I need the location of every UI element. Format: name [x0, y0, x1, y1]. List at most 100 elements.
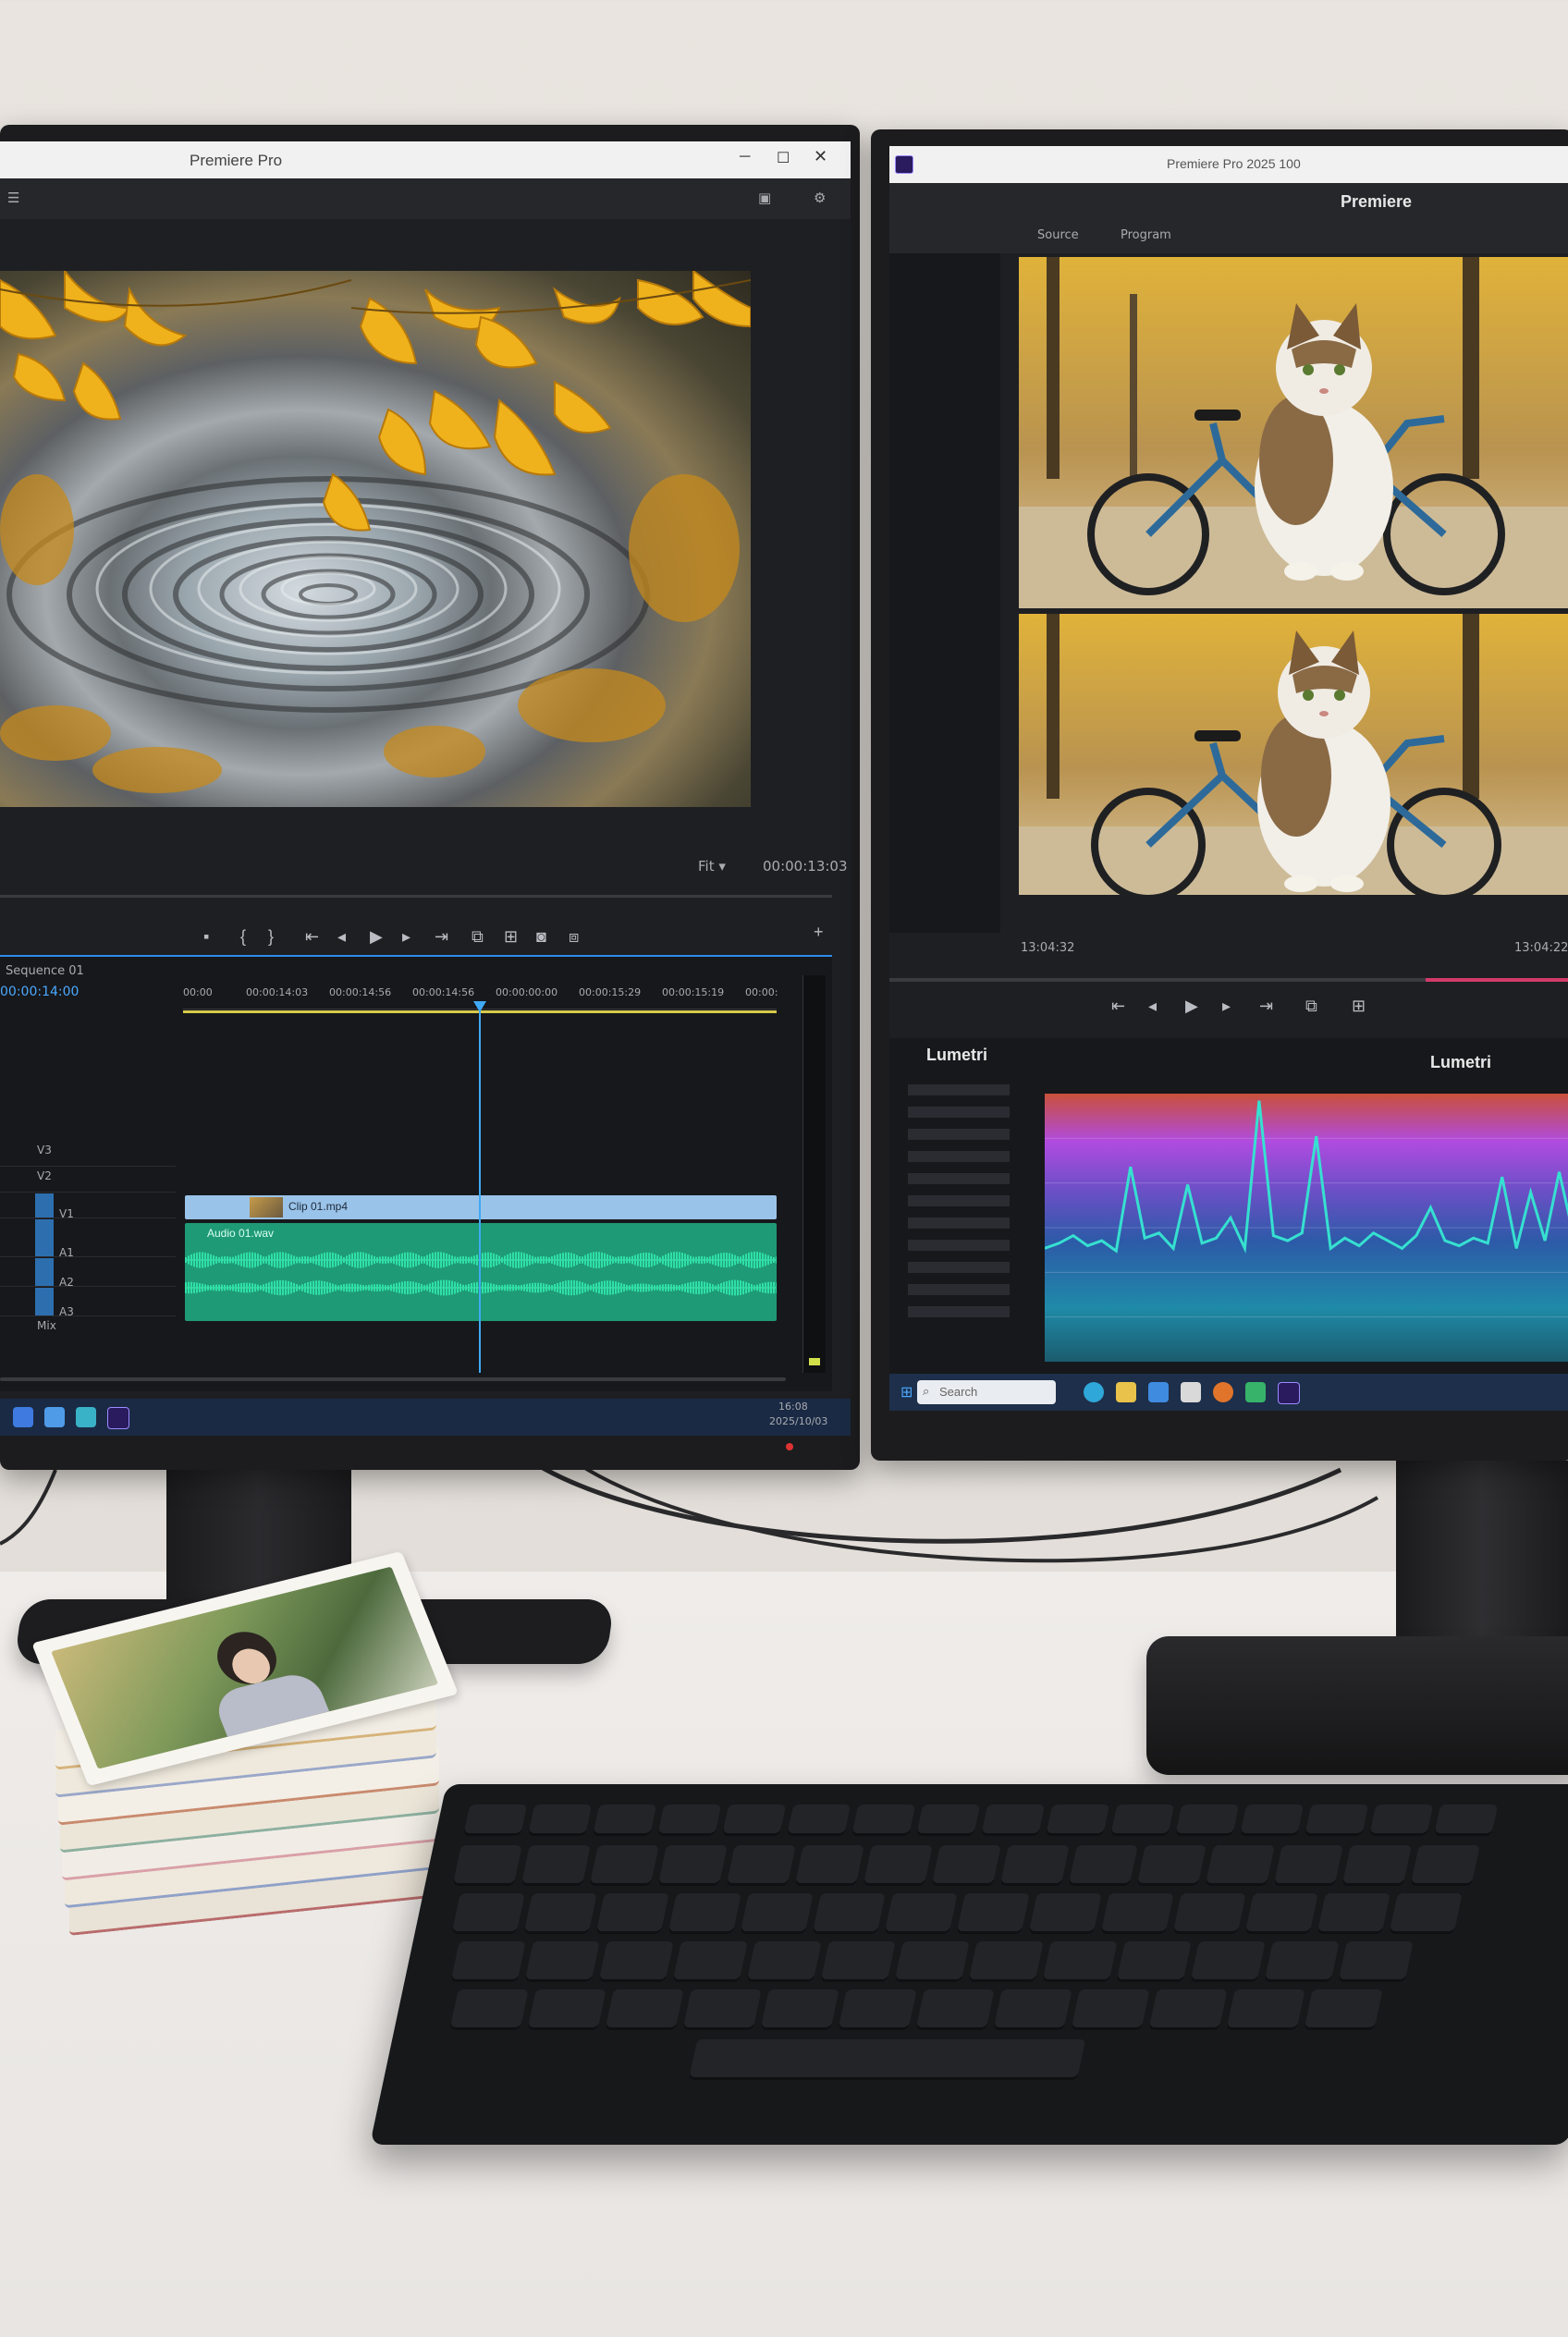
keyboard-key[interactable]: [523, 1893, 597, 1934]
space-bar[interactable]: [688, 2039, 1086, 2080]
lumetri-control-row[interactable]: [908, 1151, 1010, 1162]
keyboard-key[interactable]: [820, 1941, 896, 1982]
lumetri-panel-title[interactable]: Lumetri: [926, 1046, 987, 1065]
go-to-in-icon[interactable]: ⇤: [305, 927, 319, 947]
settings-icon[interactable]: ⚙: [814, 190, 826, 206]
keyboard-key[interactable]: [1148, 1989, 1228, 2030]
track-header[interactable]: V1: [0, 1193, 176, 1220]
lumetri-control-row[interactable]: [908, 1284, 1010, 1295]
taskbar-app-icon[interactable]: [76, 1407, 96, 1427]
keyboard-key[interactable]: [1042, 1941, 1118, 1982]
keyboard-key[interactable]: [838, 1989, 917, 2030]
go-to-in-icon[interactable]: ⇤: [1111, 997, 1125, 1016]
keyboard-key[interactable]: [931, 1845, 1001, 1886]
keyboard-key[interactable]: [1433, 1805, 1499, 1836]
in-point-icon[interactable]: {: [240, 927, 246, 947]
track-header[interactable]: V2: [0, 1168, 176, 1193]
keyboard-key[interactable]: [721, 1805, 787, 1836]
keyboard-key[interactable]: [1273, 1845, 1343, 1886]
keyboard-key[interactable]: [449, 1989, 529, 2030]
step-back-icon[interactable]: ◂: [337, 927, 346, 947]
premiere-taskbar-icon[interactable]: [107, 1407, 129, 1429]
keyboard-key[interactable]: [915, 1805, 981, 1836]
keyboard-key[interactable]: [524, 1941, 600, 1982]
keyboard-key[interactable]: [1264, 1941, 1340, 1982]
close-icon[interactable]: ✕: [814, 147, 827, 166]
keyboard-key[interactable]: [521, 1845, 591, 1886]
track-header[interactable]: V3: [0, 1142, 176, 1167]
keyboard-key[interactable]: [1071, 1989, 1150, 2030]
keyboard-key[interactable]: [527, 1989, 606, 2030]
lumetri-control-row[interactable]: [908, 1195, 1010, 1206]
keyboard-key[interactable]: [1068, 1845, 1138, 1886]
keyboard-key[interactable]: [1136, 1845, 1207, 1886]
keyboard-key[interactable]: [812, 1893, 886, 1934]
lumetri-control-row[interactable]: [908, 1240, 1010, 1251]
camera-icon[interactable]: ◙: [536, 927, 546, 947]
keyboard-key[interactable]: [786, 1805, 851, 1836]
lumetri-control-row[interactable]: [908, 1107, 1010, 1118]
track-header[interactable]: A1: [0, 1219, 176, 1259]
lumetri-control-row[interactable]: [908, 1306, 1010, 1317]
keyboard-key[interactable]: [605, 1989, 684, 2030]
audio-clip[interactable]: Audio 01.wav: [185, 1223, 777, 1321]
go-to-out-icon[interactable]: ⇥: [1259, 997, 1273, 1016]
playhead[interactable]: [479, 1003, 481, 1373]
keyboard-key[interactable]: [672, 1941, 748, 1982]
keyboard-key[interactable]: [894, 1941, 970, 1982]
keyboard-key[interactable]: [1389, 1893, 1463, 1934]
keyboard-key[interactable]: [740, 1893, 814, 1934]
tab-program[interactable]: Program: [1121, 228, 1171, 242]
keyboard-key[interactable]: [657, 1845, 728, 1886]
keyboard-key[interactable]: [1116, 1941, 1192, 1982]
keyboard-key[interactable]: [726, 1845, 796, 1886]
sequence-tab[interactable]: Sequence 01: [6, 964, 84, 978]
insert-icon[interactable]: ⧉: [1305, 997, 1317, 1016]
monitor-scrub-bar[interactable]: [0, 895, 832, 898]
keyboard-key[interactable]: [589, 1845, 659, 1886]
keyboard-key[interactable]: [1410, 1845, 1480, 1886]
sequence-timecode[interactable]: 00:00:14:00: [0, 985, 79, 999]
tab-source[interactable]: Source: [1037, 228, 1079, 242]
marker-icon[interactable]: ▪: [203, 927, 209, 947]
keyboard-key[interactable]: [452, 1845, 522, 1886]
video-clip[interactable]: Clip 01.mp4: [185, 1195, 777, 1219]
panel-options-icon[interactable]: ▣: [758, 190, 771, 206]
keyboard-key[interactable]: [915, 1989, 995, 2030]
keyboard-key[interactable]: [1045, 1805, 1110, 1836]
keyboard-key[interactable]: [956, 1893, 1030, 1934]
keyboard-key[interactable]: [656, 1805, 722, 1836]
store-taskbar-icon[interactable]: [1148, 1382, 1169, 1402]
keyboard-key[interactable]: [1172, 1893, 1246, 1934]
go-to-out-icon[interactable]: ⇥: [435, 927, 448, 947]
menu-icon[interactable]: ☰: [7, 190, 19, 206]
keyboard-key[interactable]: [527, 1805, 593, 1836]
lumetri-control-row[interactable]: [908, 1129, 1010, 1140]
mail-taskbar-icon[interactable]: [1181, 1382, 1201, 1402]
keyboard-key[interactable]: [1304, 1805, 1369, 1836]
keyboard-key[interactable]: [968, 1941, 1044, 1982]
keyboard-key[interactable]: [1338, 1941, 1414, 1982]
keyboard-key[interactable]: [760, 1989, 839, 2030]
minimize-icon[interactable]: ─: [740, 149, 750, 165]
keyboard-key[interactable]: [450, 1941, 526, 1982]
keyboard-key[interactable]: [884, 1893, 958, 1934]
premiere-taskbar-icon[interactable]: [1278, 1382, 1300, 1404]
keyboard-key[interactable]: [1368, 1805, 1434, 1836]
monitor-fit-select[interactable]: Fit ▾: [698, 858, 726, 875]
lumetri-control-row[interactable]: [908, 1084, 1010, 1095]
insert-icon[interactable]: ⧉: [472, 927, 484, 947]
play-icon[interactable]: ▶: [1185, 997, 1198, 1016]
track-header[interactable]: A2: [0, 1258, 176, 1289]
explorer-taskbar-icon[interactable]: [1116, 1382, 1136, 1402]
keyboard-key[interactable]: [1317, 1893, 1390, 1934]
out-point-icon[interactable]: }: [268, 927, 274, 947]
keyboard-key[interactable]: [993, 1989, 1072, 2030]
overwrite-icon[interactable]: ⊞: [504, 927, 518, 947]
keyboard-key[interactable]: [1028, 1893, 1102, 1934]
play-icon[interactable]: ▶: [370, 927, 383, 947]
keyboard-key[interactable]: [863, 1845, 933, 1886]
keyboard-key[interactable]: [595, 1893, 669, 1934]
edge-taskbar-icon[interactable]: [1084, 1382, 1104, 1402]
app-taskbar-icon[interactable]: [1245, 1382, 1266, 1402]
